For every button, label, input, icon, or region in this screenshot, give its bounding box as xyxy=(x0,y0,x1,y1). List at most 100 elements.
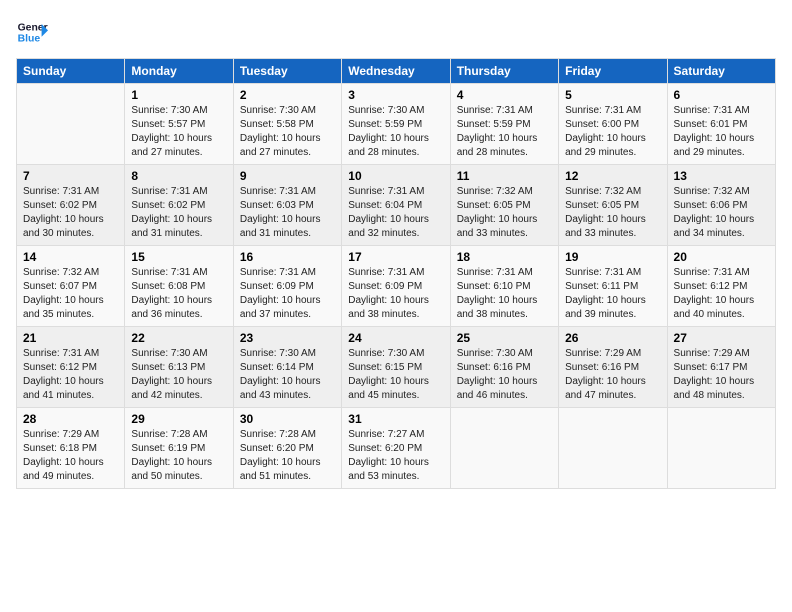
calendar-cell: 14 Sunrise: 7:32 AM Sunset: 6:07 PM Dayli… xyxy=(17,246,125,327)
day-number: 19 xyxy=(565,250,660,264)
day-info: Sunrise: 7:28 AM Sunset: 6:19 PM Dayligh… xyxy=(131,428,226,484)
day-info: Sunrise: 7:30 AM Sunset: 5:57 PM Dayligh… xyxy=(131,104,226,160)
day-number: 20 xyxy=(674,250,769,264)
logo-icon: General Blue xyxy=(16,16,48,48)
calendar-cell xyxy=(17,84,125,165)
calendar-week-row: 28 Sunrise: 7:29 AM Sunset: 6:18 PM Dayli… xyxy=(17,408,776,489)
day-number: 10 xyxy=(348,169,443,183)
day-info: Sunrise: 7:30 AM Sunset: 6:15 PM Dayligh… xyxy=(348,347,443,403)
calendar-cell: 4 Sunrise: 7:31 AM Sunset: 5:59 PM Daylig… xyxy=(450,84,558,165)
calendar-week-row: 21Sunrise: 7:31 AM Sunset: 6:12 PM Dayli… xyxy=(17,327,776,408)
day-number: 22 xyxy=(131,331,226,345)
day-info: Sunrise: 7:30 AM Sunset: 5:59 PM Dayligh… xyxy=(348,104,443,160)
calendar-cell: 23 Sunrise: 7:30 AM Sunset: 6:14 PM Dayli… xyxy=(233,327,341,408)
calendar-cell: 16 Sunrise: 7:31 AM Sunset: 6:09 PM Dayli… xyxy=(233,246,341,327)
weekday-header-sunday: Sunday xyxy=(17,59,125,84)
day-number: 11 xyxy=(457,169,552,183)
calendar-cell: 8 Sunrise: 7:31 AM Sunset: 6:02 PM Daylig… xyxy=(125,165,233,246)
calendar-cell: 28 Sunrise: 7:29 AM Sunset: 6:18 PM Dayli… xyxy=(17,408,125,489)
day-info: Sunrise: 7:32 AM Sunset: 6:06 PM Dayligh… xyxy=(674,185,769,241)
calendar-cell: 2 Sunrise: 7:30 AM Sunset: 5:58 PM Daylig… xyxy=(233,84,341,165)
day-number: 30 xyxy=(240,412,335,426)
calendar-cell: 31 Sunrise: 7:27 AM Sunset: 6:20 PM Dayli… xyxy=(342,408,450,489)
calendar-cell: 1 Sunrise: 7:30 AM Sunset: 5:57 PM Daylig… xyxy=(125,84,233,165)
calendar-cell: 22 Sunrise: 7:30 AM Sunset: 6:13 PM Dayli… xyxy=(125,327,233,408)
day-number: 27 xyxy=(674,331,769,345)
day-number: 13 xyxy=(674,169,769,183)
weekday-header-row: SundayMondayTuesdayWednesdayThursdayFrid… xyxy=(17,59,776,84)
day-info: Sunrise: 7:31 AM Sunset: 6:08 PM Dayligh… xyxy=(131,266,226,322)
day-number: 26 xyxy=(565,331,660,345)
day-info: Sunrise: 7:30 AM Sunset: 6:16 PM Dayligh… xyxy=(457,347,552,403)
day-info: Sunrise: 7:30 AM Sunset: 6:14 PM Dayligh… xyxy=(240,347,335,403)
day-number: 15 xyxy=(131,250,226,264)
day-info: Sunrise: 7:30 AM Sunset: 5:58 PM Dayligh… xyxy=(240,104,335,160)
day-info: Sunrise: 7:31 AM Sunset: 6:02 PM Dayligh… xyxy=(23,185,118,241)
day-info: Sunrise: 7:31 AM Sunset: 6:00 PM Dayligh… xyxy=(565,104,660,160)
day-info: Sunrise: 7:27 AM Sunset: 6:20 PM Dayligh… xyxy=(348,428,443,484)
day-info: Sunrise: 7:32 AM Sunset: 6:05 PM Dayligh… xyxy=(565,185,660,241)
calendar-cell: 15 Sunrise: 7:31 AM Sunset: 6:08 PM Dayli… xyxy=(125,246,233,327)
day-number: 3 xyxy=(348,88,443,102)
day-number: 14 xyxy=(23,250,118,264)
day-number: 25 xyxy=(457,331,552,345)
day-info: Sunrise: 7:31 AM Sunset: 6:12 PM Dayligh… xyxy=(674,266,769,322)
svg-text:Blue: Blue xyxy=(18,34,41,45)
calendar-cell: 7 Sunrise: 7:31 AM Sunset: 6:02 PM Daylig… xyxy=(17,165,125,246)
calendar-cell: 20 Sunrise: 7:31 AM Sunset: 6:12 PM Dayli… xyxy=(667,246,775,327)
day-number: 2 xyxy=(240,88,335,102)
day-number: 4 xyxy=(457,88,552,102)
day-info: Sunrise: 7:31 AM Sunset: 6:01 PM Dayligh… xyxy=(674,104,769,160)
day-info: Sunrise: 7:31 AM Sunset: 6:02 PM Dayligh… xyxy=(131,185,226,241)
day-info: Sunrise: 7:31 AM Sunset: 6:04 PM Dayligh… xyxy=(348,185,443,241)
calendar-cell: 19 Sunrise: 7:31 AM Sunset: 6:11 PM Dayli… xyxy=(559,246,667,327)
calendar-table: SundayMondayTuesdayWednesdayThursdayFrid… xyxy=(16,58,776,489)
weekday-header-monday: Monday xyxy=(125,59,233,84)
day-info: Sunrise: 7:31 AM Sunset: 6:03 PM Dayligh… xyxy=(240,185,335,241)
day-number: 6 xyxy=(674,88,769,102)
day-info: Sunrise: 7:29 AM Sunset: 6:16 PM Dayligh… xyxy=(565,347,660,403)
day-number: 12 xyxy=(565,169,660,183)
calendar-cell: 26 Sunrise: 7:29 AM Sunset: 6:16 PM Dayli… xyxy=(559,327,667,408)
calendar-cell: 17Sunrise: 7:31 AM Sunset: 6:09 PM Dayli… xyxy=(342,246,450,327)
calendar-cell: 18 Sunrise: 7:31 AM Sunset: 6:10 PM Dayli… xyxy=(450,246,558,327)
calendar-cell: 10 Sunrise: 7:31 AM Sunset: 6:04 PM Dayli… xyxy=(342,165,450,246)
day-info: Sunrise: 7:32 AM Sunset: 6:07 PM Dayligh… xyxy=(23,266,118,322)
day-number: 29 xyxy=(131,412,226,426)
day-info: Sunrise: 7:31 AM Sunset: 5:59 PM Dayligh… xyxy=(457,104,552,160)
day-number: 1 xyxy=(131,88,226,102)
day-number: 18 xyxy=(457,250,552,264)
weekday-header-wednesday: Wednesday xyxy=(342,59,450,84)
calendar-cell xyxy=(559,408,667,489)
calendar-cell: 29 Sunrise: 7:28 AM Sunset: 6:19 PM Dayli… xyxy=(125,408,233,489)
calendar-cell xyxy=(450,408,558,489)
day-number: 7 xyxy=(23,169,118,183)
day-number: 16 xyxy=(240,250,335,264)
day-info: Sunrise: 7:29 AM Sunset: 6:17 PM Dayligh… xyxy=(674,347,769,403)
calendar-cell: 13 Sunrise: 7:32 AM Sunset: 6:06 PM Dayli… xyxy=(667,165,775,246)
calendar-week-row: 14 Sunrise: 7:32 AM Sunset: 6:07 PM Dayli… xyxy=(17,246,776,327)
day-number: 17 xyxy=(348,250,443,264)
calendar-cell xyxy=(667,408,775,489)
day-info: Sunrise: 7:29 AM Sunset: 6:18 PM Dayligh… xyxy=(23,428,118,484)
day-number: 31 xyxy=(348,412,443,426)
day-info: Sunrise: 7:31 AM Sunset: 6:09 PM Dayligh… xyxy=(240,266,335,322)
day-number: 24 xyxy=(348,331,443,345)
day-info: Sunrise: 7:31 AM Sunset: 6:12 PM Dayligh… xyxy=(23,347,118,403)
calendar-cell: 24 Sunrise: 7:30 AM Sunset: 6:15 PM Dayli… xyxy=(342,327,450,408)
calendar-cell: 11 Sunrise: 7:32 AM Sunset: 6:05 PM Dayli… xyxy=(450,165,558,246)
day-number: 28 xyxy=(23,412,118,426)
day-number: 23 xyxy=(240,331,335,345)
calendar-cell: 12 Sunrise: 7:32 AM Sunset: 6:05 PM Dayli… xyxy=(559,165,667,246)
day-info: Sunrise: 7:30 AM Sunset: 6:13 PM Dayligh… xyxy=(131,347,226,403)
calendar-cell: 27 Sunrise: 7:29 AM Sunset: 6:17 PM Dayli… xyxy=(667,327,775,408)
day-info: Sunrise: 7:32 AM Sunset: 6:05 PM Dayligh… xyxy=(457,185,552,241)
day-info: Sunrise: 7:31 AM Sunset: 6:10 PM Dayligh… xyxy=(457,266,552,322)
calendar-cell: 5Sunrise: 7:31 AM Sunset: 6:00 PM Daylig… xyxy=(559,84,667,165)
day-number: 8 xyxy=(131,169,226,183)
calendar-cell: 21Sunrise: 7:31 AM Sunset: 6:12 PM Dayli… xyxy=(17,327,125,408)
page-header: General Blue xyxy=(16,16,776,48)
calendar-week-row: 7 Sunrise: 7:31 AM Sunset: 6:02 PM Daylig… xyxy=(17,165,776,246)
calendar-week-row: 1 Sunrise: 7:30 AM Sunset: 5:57 PM Daylig… xyxy=(17,84,776,165)
day-info: Sunrise: 7:31 AM Sunset: 6:11 PM Dayligh… xyxy=(565,266,660,322)
